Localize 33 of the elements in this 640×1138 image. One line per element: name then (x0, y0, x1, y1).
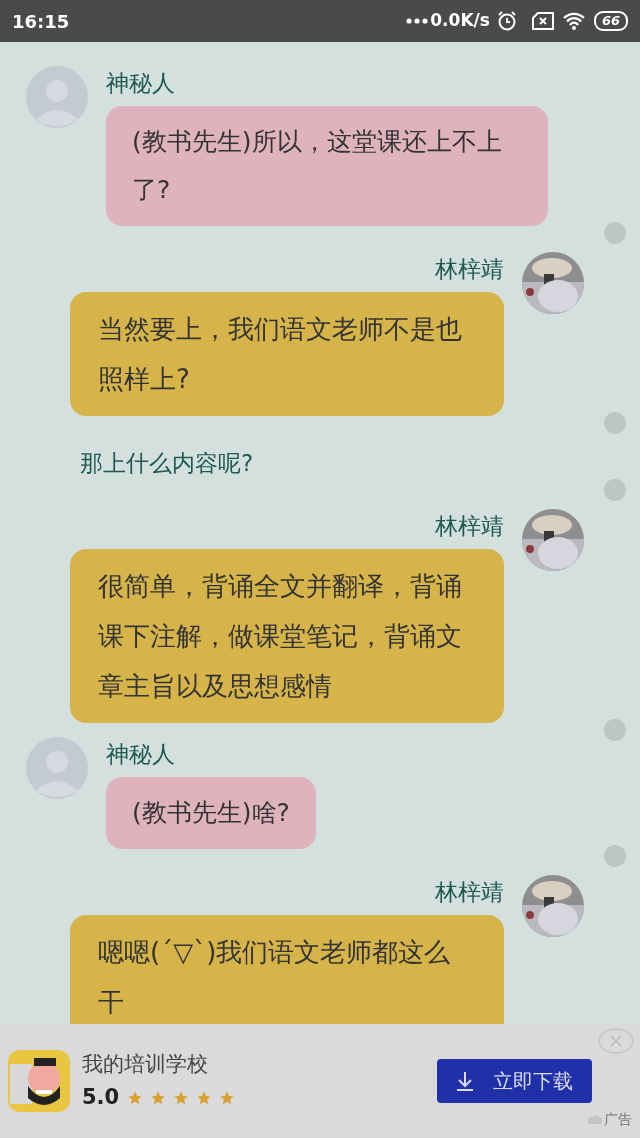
wifi-icon (561, 11, 586, 31)
sender-name: 林梓靖 (435, 877, 504, 907)
scroll-marker (604, 412, 626, 434)
app-icon (8, 1050, 70, 1112)
rating: 5.0 (82, 1084, 120, 1111)
sender-name: 林梓靖 (435, 255, 504, 284)
sender-name: 神秘人 (106, 739, 175, 769)
scroll-marker (604, 478, 626, 501)
star-icon (127, 1089, 144, 1106)
network-speed: 0.0K/s (430, 9, 490, 33)
app-title: 我的培训学校 (82, 1050, 209, 1078)
sender-name: 林梓靖 (435, 511, 504, 541)
dots-icon (406, 18, 429, 24)
star-icon (173, 1089, 190, 1106)
scroll-marker (604, 718, 626, 741)
message-bubble: 很简单，背诵全文并翻译，背诵课下注解，做课堂笔记，背诵文章主旨以及思想感情 (70, 548, 504, 723)
star-icon (196, 1089, 213, 1106)
message-bubble: (教书先生)啥? (106, 776, 316, 849)
download-icon (455, 1070, 475, 1092)
ad-label: 广告 (604, 1110, 632, 1129)
scroll-marker (604, 222, 626, 244)
battery-indicator: 66 (593, 11, 628, 31)
scroll-marker (604, 844, 626, 867)
close-icon[interactable] (598, 1028, 634, 1054)
clock: 16:15 (12, 9, 70, 34)
star-icon (150, 1089, 167, 1106)
message-bubble: 当然要上，我们语文老师不是也照样上? (70, 292, 504, 416)
sender-name: 神秘人 (106, 69, 175, 98)
narration-text: 那上什么内容呢? (80, 450, 254, 476)
sim-icon (531, 12, 554, 30)
message-bubble: (教书先生)所以，这堂课还上不上了? (106, 106, 548, 226)
star-icon (219, 1089, 236, 1106)
download-button[interactable]: 立即下载 (437, 1059, 592, 1103)
